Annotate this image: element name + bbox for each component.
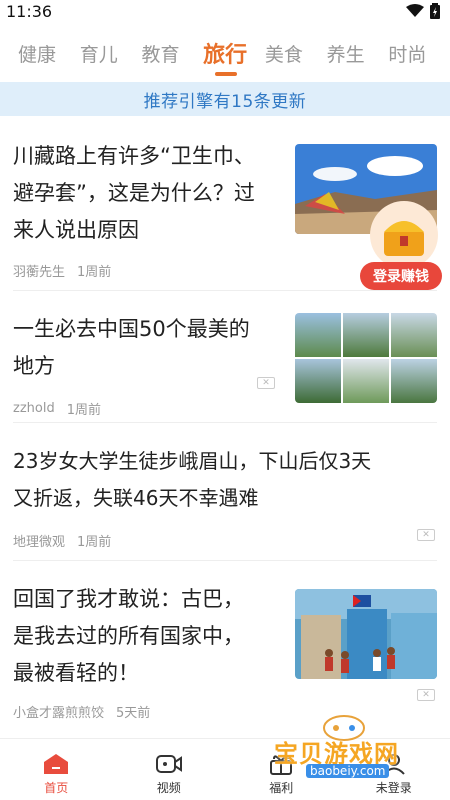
tab-education[interactable]: 教育: [141, 28, 203, 78]
article-item[interactable]: 23岁女大学生徒步峨眉山，下山后仅3天 又折返，失联46天不幸遇难 地理微观 1…: [13, 423, 437, 561]
article-meta: 小盒才露煎煎饺 5天前: [13, 702, 283, 721]
article-title: 一生必去中国50个最美的 地方: [13, 317, 250, 378]
status-bar: 11:36: [0, 0, 450, 22]
dismiss-icon[interactable]: ✕: [417, 689, 435, 701]
article-time: 1周前: [77, 535, 112, 550]
article-item[interactable]: 一生必去中国50个最美的 地方 zzhold 1周前 ✕: [13, 291, 437, 423]
category-tabs: 健康 育儿 教育 旅行 美食 养生 时尚: [0, 28, 450, 78]
login-earn-promo[interactable]: 登录赚钱: [360, 200, 444, 290]
status-icons: [406, 3, 440, 19]
tab-wellness[interactable]: 养生: [327, 28, 389, 78]
update-banner[interactable]: 推荐引擎有15条更新: [0, 82, 450, 116]
wifi-icon: [406, 4, 424, 17]
login-earn-label[interactable]: 登录赚钱: [360, 262, 442, 290]
watermark-url: baobeiy.com: [306, 764, 390, 778]
article-time: 1周前: [77, 265, 112, 280]
status-time: 11:36: [6, 1, 53, 21]
article-meta: zzhold 1周前: [13, 399, 283, 418]
article-meta: 地理微观 1周前: [13, 531, 437, 550]
tab-health[interactable]: 健康: [18, 28, 80, 78]
home-icon: [44, 754, 69, 774]
article-thumbnail: [295, 313, 437, 403]
article-thumbnail: [295, 589, 437, 679]
article-meta: 羽蘅先生 1周前: [13, 261, 283, 280]
article-title: 回国了我才敢说：古巴， 是我去过的所有国家中， 最被看轻的！: [13, 587, 244, 685]
tab-food[interactable]: 美食: [265, 28, 327, 78]
article-author: zzhold: [13, 401, 55, 416]
dismiss-icon[interactable]: ✕: [417, 529, 435, 541]
tab-travel[interactable]: 旅行: [203, 28, 265, 78]
site-watermark: 宝贝游戏网 baobeiy.com: [272, 712, 422, 782]
article-author: 地理微观: [13, 535, 66, 550]
video-icon: [155, 755, 182, 773]
tab-fashion[interactable]: 时尚: [388, 28, 450, 78]
tab-parenting[interactable]: 育儿: [80, 28, 142, 78]
article-title: 23岁女大学生徒步峨眉山，下山后仅3天 又折返，失联46天不幸遇难: [13, 449, 372, 510]
nav-home[interactable]: 首页: [0, 739, 113, 800]
nav-home-label: 首页: [44, 781, 69, 795]
battery-icon: [430, 3, 440, 19]
treasure-chest-icon: [370, 201, 438, 269]
article-time: 1周前: [66, 403, 101, 418]
article-author: 小盒才露煎煎饺: [13, 706, 105, 721]
nav-video-label: 视频: [156, 781, 181, 795]
article-title: 川藏路上有许多“卫生巾、 避孕套”，这是为什么？过 来人说出原因: [13, 144, 255, 242]
article-time: 5天前: [116, 706, 151, 721]
nav-video[interactable]: 视频: [113, 739, 226, 800]
article-author: 羽蘅先生: [13, 265, 66, 280]
article-item[interactable]: 回国了我才敢说：古巴， 是我去过的所有国家中， 最被看轻的！ 小盒才露煎煎饺 5…: [13, 561, 437, 721]
dismiss-icon[interactable]: ✕: [257, 377, 275, 389]
